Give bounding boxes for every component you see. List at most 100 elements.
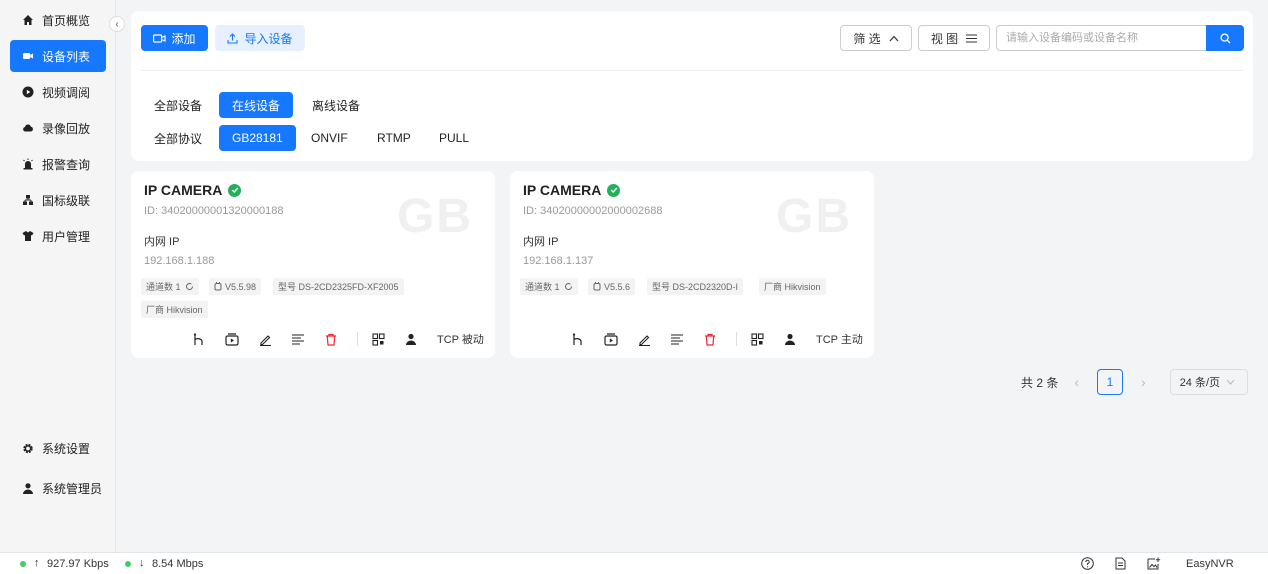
device-name-row: IP CAMERA [523, 182, 621, 198]
channels-tag: 通道数 1 [520, 278, 578, 295]
sidebar-item-home[interactable]: 首页概览 [10, 4, 106, 36]
filter-protocol-gb28181[interactable]: GB28181 [219, 125, 296, 151]
filter-all-devices[interactable]: 全部设备 [141, 92, 215, 118]
search-icon [1219, 32, 1231, 44]
pagination: 共 2 条 ‹ 1 › 24 条/页 [1021, 369, 1248, 395]
search-button[interactable] [1206, 25, 1244, 51]
gb-watermark: GB [397, 190, 473, 243]
chip-icon [214, 282, 222, 291]
video-icon[interactable] [225, 332, 239, 346]
chevron-down-icon [1226, 379, 1235, 385]
transport-mode[interactable]: TCP 主动 [816, 331, 863, 347]
import-devices-button[interactable]: 导入设备 [215, 25, 305, 51]
device-actions: TCP 被动 [192, 331, 484, 347]
sidebar-item-label: 视频调阅 [42, 85, 91, 100]
home-icon [22, 14, 34, 26]
edit-icon[interactable] [637, 332, 651, 346]
details-icon[interactable] [670, 332, 684, 346]
add-device-button[interactable]: 添加 [141, 25, 208, 51]
sidebar-item-label: 用户管理 [42, 229, 91, 244]
video-icon[interactable] [604, 332, 618, 346]
model-tag: 型号 DS-2CD2320D-I [647, 278, 744, 295]
document-icon[interactable] [1115, 557, 1126, 573]
filter-toggle-button[interactable]: 筛 选 [840, 25, 912, 51]
person-icon[interactable] [404, 332, 418, 346]
add-image-icon[interactable] [1147, 557, 1161, 573]
filter-label: 筛 选 [853, 31, 881, 46]
sidebar-item-cascade[interactable]: 国标级联 [10, 184, 106, 216]
search-box [996, 25, 1244, 51]
device-card[interactable]: GB IP CAMERA ID: 34020000001320000188 内网… [131, 171, 495, 358]
device-name-row: IP CAMERA [144, 182, 242, 198]
transport-mode[interactable]: TCP 被动 [437, 331, 484, 347]
person-icon[interactable] [783, 332, 797, 346]
download-rate: 8.54 Mbps [152, 558, 204, 570]
version-tag: V5.5.98 [209, 278, 262, 295]
cloud-icon [22, 122, 34, 134]
help-icon[interactable] [1081, 557, 1094, 573]
page-size-select[interactable]: 24 条/页 [1169, 369, 1248, 395]
sidebar-item-label: 系统管理员 [42, 481, 103, 496]
upload-icon [227, 32, 239, 44]
version-tag: V5.5.6 [588, 278, 636, 295]
sidebar-item-alarm[interactable]: 报警查询 [10, 148, 106, 180]
cascade-icon [22, 194, 34, 206]
qrcode-icon[interactable] [371, 332, 385, 346]
channels-tag: 通道数 1 [141, 278, 199, 295]
page-1-button[interactable]: 1 [1097, 369, 1124, 395]
prev-page-button[interactable]: ‹ [1074, 374, 1079, 390]
search-input[interactable] [997, 26, 1207, 50]
sidebar-item-label: 系统设置 [42, 441, 91, 456]
channels-text: 通道数 1 [146, 282, 181, 292]
view-label: 视 图 [930, 31, 959, 46]
sidebar-item-label: 国标级联 [42, 193, 91, 208]
action-separator [736, 332, 737, 346]
details-icon[interactable] [291, 332, 305, 346]
device-name: IP CAMERA [523, 182, 602, 198]
sidebar-item-admin[interactable]: 系统管理员 [10, 472, 106, 504]
device-id: ID: 34020000001320000188 [144, 205, 284, 217]
brand-name: EasyNVR [1186, 558, 1234, 570]
page-size-value: 24 条/页 [1179, 377, 1221, 389]
refresh-icon [564, 282, 573, 291]
play-circle-icon [22, 86, 34, 98]
sidebar: 首页概览 设备列表 视频调阅 录像回放 报警查询 国标级联 用户管理 系统设置 … [0, 0, 116, 552]
filter-all-protocols[interactable]: 全部协议 [141, 125, 215, 151]
ip-label: 内网 IP [144, 236, 180, 248]
version-text: V5.5.98 [225, 281, 257, 292]
sidebar-item-video[interactable]: 视频调阅 [10, 76, 106, 108]
view-toggle-button[interactable]: 视 图 [918, 25, 990, 51]
edit-icon[interactable] [258, 332, 272, 346]
sidebar-item-playback[interactable]: 录像回放 [10, 112, 106, 144]
device-card[interactable]: GB IP CAMERA ID: 34020000002000002688 内网… [510, 171, 874, 358]
chevron-up-icon [889, 35, 899, 42]
next-page-button[interactable]: › [1141, 374, 1146, 390]
download-arrow-icon: ↓ [139, 557, 145, 569]
qrcode-icon[interactable] [750, 332, 764, 346]
filter-protocol-rtmp[interactable]: RTMP [364, 125, 424, 151]
toolbar-divider [141, 70, 1243, 71]
filter-offline-devices[interactable]: 离线设备 [299, 92, 373, 118]
import-label: 导入设备 [244, 31, 293, 46]
delete-icon[interactable] [324, 332, 338, 346]
sidebar-item-users[interactable]: 用户管理 [10, 220, 106, 252]
filter-protocol-pull[interactable]: PULL [426, 125, 482, 151]
device-actions: TCP 主动 [571, 331, 863, 347]
chevron-left-icon: ‹ [115, 18, 119, 30]
branch-icon[interactable] [571, 332, 585, 346]
ip-value: 192.168.1.188 [144, 255, 215, 267]
sidebar-item-settings[interactable]: 系统设置 [10, 432, 106, 464]
filter-protocol-onvif[interactable]: ONVIF [298, 125, 361, 151]
collapse-sidebar-button[interactable]: ‹ [109, 16, 125, 32]
vendor-tag: 厂商 Hikvision [141, 301, 208, 318]
channels-text: 通道数 1 [525, 282, 560, 292]
ip-label: 内网 IP [523, 236, 559, 248]
filter-online-devices[interactable]: 在线设备 [219, 92, 294, 118]
sidebar-item-devices[interactable]: 设备列表 [10, 40, 106, 72]
refresh-icon [185, 282, 194, 291]
app-root: 首页概览 设备列表 视频调阅 录像回放 报警查询 国标级联 用户管理 系统设置 … [0, 0, 1268, 574]
delete-icon[interactable] [703, 332, 717, 346]
upload-arrow-icon: ↑ [34, 557, 40, 569]
branch-icon[interactable] [192, 332, 206, 346]
status-bar: ↑ 927.97 Kbps ↓ 8.54 Mbps EasyNVR [0, 552, 1268, 574]
